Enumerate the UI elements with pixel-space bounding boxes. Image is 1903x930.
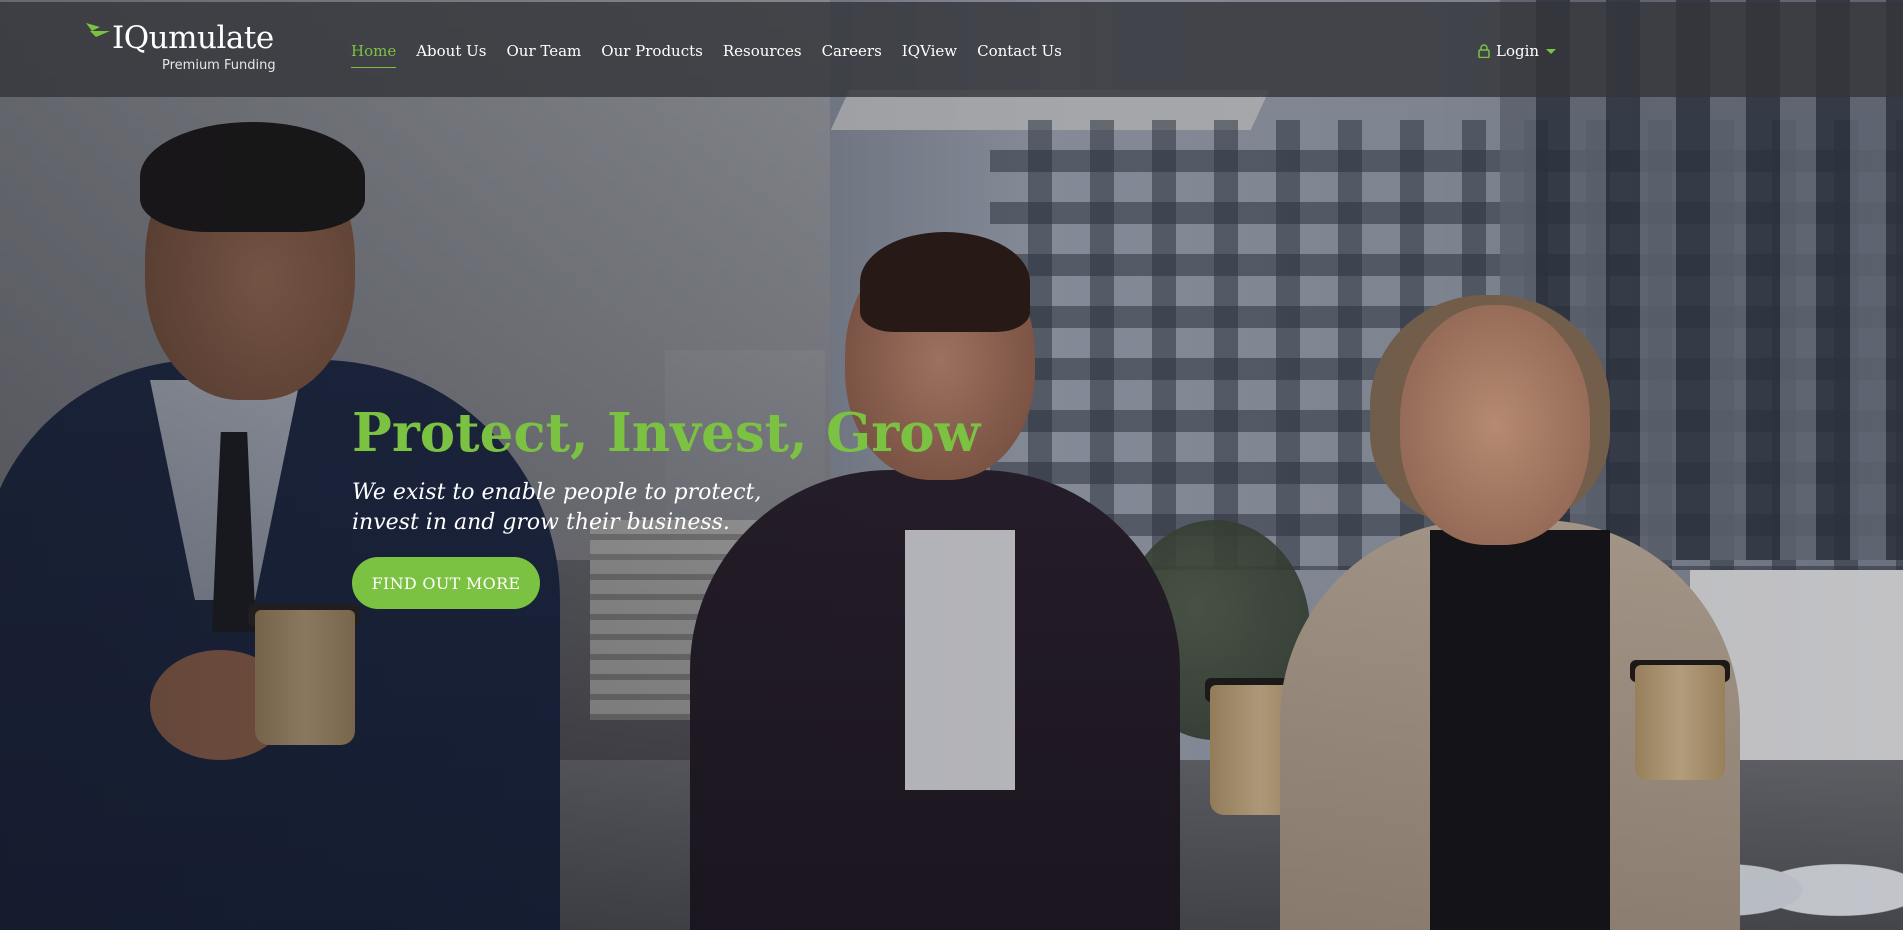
nav-item-iqview[interactable]: IQView — [902, 42, 957, 68]
hero-subtitle-line: invest in and grow their business. — [352, 510, 730, 535]
site-logo[interactable]: IQumulate Premium Funding — [86, 20, 276, 80]
brand-name: IQumulate — [112, 20, 274, 56]
brand-tagline: Premium Funding — [162, 58, 276, 73]
login-label: Login — [1496, 42, 1540, 60]
hero-subtitle-line: We exist to enable people to protect, — [352, 480, 762, 505]
nav-item-contact-us[interactable]: Contact Us — [977, 42, 1062, 68]
nav-item-home[interactable]: Home — [351, 42, 397, 68]
hero-title: Protect, Invest, Grow — [352, 402, 981, 464]
site-header: IQumulate Premium Funding Home About Us … — [0, 2, 1903, 97]
lock-icon — [1478, 44, 1490, 58]
nav-item-about-us[interactable]: About Us — [416, 42, 486, 68]
main-nav: Home About Us Our Team Our Products Reso… — [351, 42, 1082, 68]
login-button[interactable]: Login — [1478, 42, 1557, 60]
logo-arrow-icon — [86, 23, 110, 37]
hero-subtitle: We exist to enable people to protect, in… — [352, 478, 772, 538]
find-out-more-button[interactable]: FIND OUT MORE — [352, 557, 540, 609]
nav-item-our-team[interactable]: Our Team — [506, 42, 581, 68]
nav-item-our-products[interactable]: Our Products — [601, 42, 703, 68]
caret-down-icon — [1546, 48, 1557, 54]
nav-item-resources[interactable]: Resources — [723, 42, 802, 68]
nav-item-careers[interactable]: Careers — [822, 42, 882, 68]
